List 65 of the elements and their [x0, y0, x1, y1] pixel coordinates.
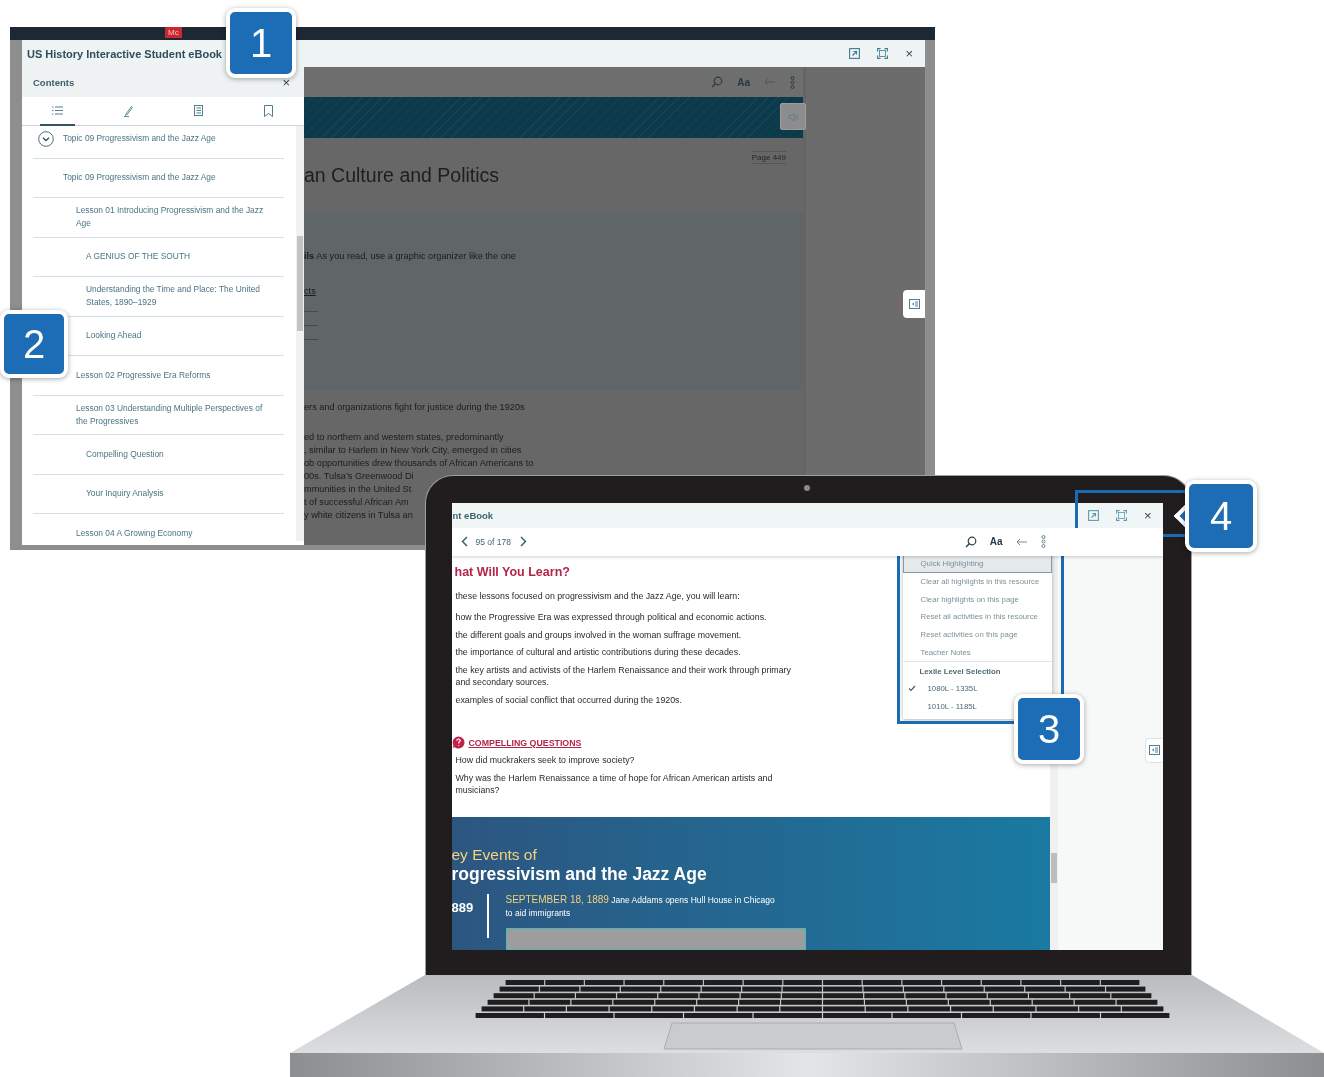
- close-button[interactable]: ×: [1143, 509, 1152, 522]
- contents-item[interactable]: Looking Ahead: [86, 329, 142, 343]
- side-panel-icon: [1148, 745, 1160, 756]
- question-text: How did muckrakers seek to improve society?: [454, 754, 636, 767]
- objective-item: the different goals and groups involved in the woman suffrage movement.: [454, 629, 743, 642]
- contents-item[interactable]: Lesson 02 Progressive Era Reforms: [76, 368, 211, 382]
- panel-title: Contents: [33, 76, 75, 88]
- event-text: SEPTEMBER 18, 1889 Jane Addams opens Hull House in Chicago to aid immigrants: [505, 894, 776, 919]
- contents-item[interactable]: Lesson 01 Introducing Progressivism and the Jazz Age: [76, 204, 266, 231]
- external-link-icon[interactable]: [849, 48, 861, 59]
- contents-item[interactable]: Compelling Question: [86, 447, 164, 461]
- fullscreen-icon[interactable]: [1115, 510, 1127, 521]
- more-options-icon[interactable]: [1040, 535, 1046, 549]
- scrollbar[interactable]: [296, 126, 304, 541]
- window-title: US History Interactive Student eBook: [27, 47, 223, 60]
- paragraph-line: t of successful African Am: [304, 496, 409, 509]
- app-logo: Mc: [165, 27, 182, 38]
- window-title: nt eBook: [452, 510, 495, 521]
- banner-title: ey Events of: [451, 846, 538, 863]
- external-link-icon[interactable]: [1087, 510, 1099, 521]
- section-title: COMPELLING QUESTIONS: [468, 738, 582, 748]
- paragraph-line: y white citizens in Tulsa an: [304, 509, 413, 522]
- banner-title: rogressivism and the Jazz Age: [451, 863, 708, 885]
- instruction-text: ils As you read, use a graphic organizer like the one: [304, 251, 516, 261]
- timeline-year: 889: [451, 894, 489, 938]
- contents-item[interactable]: Topic 09 Progressivism and the Jazz Age: [63, 171, 216, 185]
- pen-icon: [122, 104, 133, 117]
- contents-item[interactable]: A GENIUS OF THE SOUTH: [86, 250, 191, 264]
- list-icon: [51, 106, 63, 115]
- side-panel-icon: [908, 299, 920, 309]
- objective-item: how the Progressive Era was expressed through political and economic actions.: [454, 611, 768, 624]
- side-panel-button[interactable]: [903, 290, 925, 318]
- chevron-left-icon[interactable]: [460, 536, 468, 548]
- page-counter: 95 of 178: [475, 537, 511, 547]
- notes-icon: [193, 105, 203, 116]
- objective-item: examples of social conflict that occurred during the 1920s.: [454, 694, 683, 707]
- speaker-icon: [787, 111, 799, 122]
- paragraph-line: mmunities in the United St: [304, 483, 412, 496]
- objective-item: the key artists and activists of the Harlem Renaissance and their work through primary and secondary sources.: [454, 664, 792, 689]
- search-icon[interactable]: [964, 536, 977, 548]
- section-text: ers and organizations fight for justice during the 1920s: [304, 402, 525, 412]
- side-panel-button[interactable]: [1144, 738, 1163, 763]
- paragraph-line: 00s. Tulsa’s Greenwood Di: [304, 470, 414, 483]
- font-size-button[interactable]: Aa: [989, 536, 1003, 548]
- objective-item: the importance of cultural and artistic contributions during these decades.: [454, 646, 742, 659]
- paragraph-line: ob opportunities drew thousands of African Americans to: [304, 457, 534, 470]
- close-button[interactable]: ×: [905, 47, 913, 60]
- fullscreen-icon[interactable]: [877, 48, 889, 59]
- bookmark-icon: [264, 104, 274, 117]
- page-heading: an Culture and Politics: [304, 164, 500, 187]
- chevron-down-circle-icon[interactable]: [38, 131, 54, 147]
- contents-item[interactable]: Lesson 04 A Growing Economy: [76, 526, 193, 540]
- contents-item[interactable]: Your Inquiry Analysis: [86, 487, 164, 501]
- contents-item[interactable]: Topic 09 Progressivism and the Jazz Age: [63, 131, 216, 145]
- intro-text: these lessons focused on progressivism and the Jazz Age, you will learn:: [454, 590, 741, 603]
- paragraph-line: ed to northern and western states, predominantly: [304, 431, 504, 444]
- callout-badge: 3: [1014, 694, 1084, 764]
- chevron-right-icon[interactable]: [519, 536, 527, 548]
- close-button[interactable]: ×: [282, 75, 290, 89]
- organizer-label: cts: [304, 286, 316, 296]
- question-text: Why was the Harlem Renaissance a time of hope for African American artists and musicians?: [454, 772, 774, 797]
- undo-arrow-icon[interactable]: [1015, 537, 1028, 547]
- section-heading: hat Will You Learn?: [454, 565, 571, 579]
- contents-item[interactable]: Understanding the Time and Place: The United States, 1890–1929: [86, 283, 266, 310]
- contents-item[interactable]: Lesson 03 Understanding Multiple Perspectives of the Progressives: [76, 401, 266, 428]
